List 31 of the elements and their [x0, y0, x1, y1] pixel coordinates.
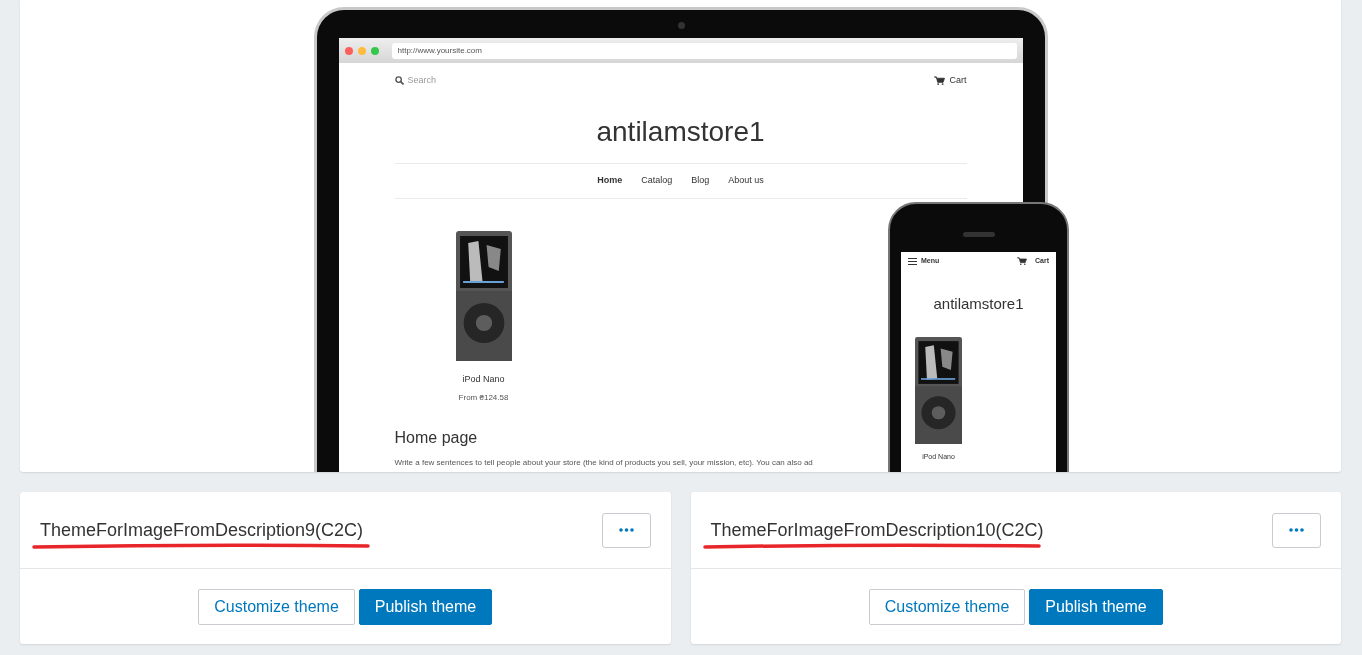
zoom-dot[interactable]: [370, 46, 379, 55]
publish-button[interactable]: Publish theme: [1029, 589, 1163, 625]
customize-button[interactable]: Customize theme: [198, 589, 355, 625]
more-button[interactable]: [601, 512, 651, 548]
menu-icon: [908, 257, 917, 265]
page-heading: Home page: [394, 427, 479, 448]
customize-button[interactable]: Customize theme: [868, 589, 1026, 625]
minimize-dot[interactable]: [357, 46, 366, 55]
store-title: antilamstore1: [932, 293, 1025, 314]
cart-icon: [1017, 257, 1027, 266]
more-icon: [1289, 528, 1304, 532]
nav-link[interactable]: Blog: [691, 173, 710, 187]
publish-button[interactable]: Publish theme: [358, 589, 493, 625]
more-button[interactable]: [1272, 512, 1321, 548]
cart-icon: [934, 76, 946, 86]
more-icon: [618, 528, 634, 532]
address-bar[interactable]: http://www.yoursite.com: [391, 42, 1017, 59]
nav-link[interactable]: About us: [728, 173, 764, 187]
theme-name: ThemeForImageFromDescription9(C2C): [40, 518, 364, 542]
product-price: From ₴124.58: [457, 391, 510, 404]
camera-dot: [677, 22, 685, 29]
nav-link[interactable]: Catalog: [641, 173, 673, 187]
nav-link[interactable]: Home: [597, 173, 623, 187]
theme-name: ThemeForImageFromDescription10(C2C): [710, 518, 1044, 542]
close-dot[interactable]: [344, 46, 353, 55]
product-name[interactable]: iPod Nano: [394, 373, 573, 387]
page-text: Write a few sentences to tell people about your store (the kind of products you sell, your mission, etc). You can also ad: [394, 457, 813, 468]
speaker-grille: [963, 232, 995, 237]
search-icon: [394, 76, 404, 86]
cart-link[interactable]: Cart: [949, 74, 967, 88]
store-title: antilamstore1: [595, 114, 766, 149]
